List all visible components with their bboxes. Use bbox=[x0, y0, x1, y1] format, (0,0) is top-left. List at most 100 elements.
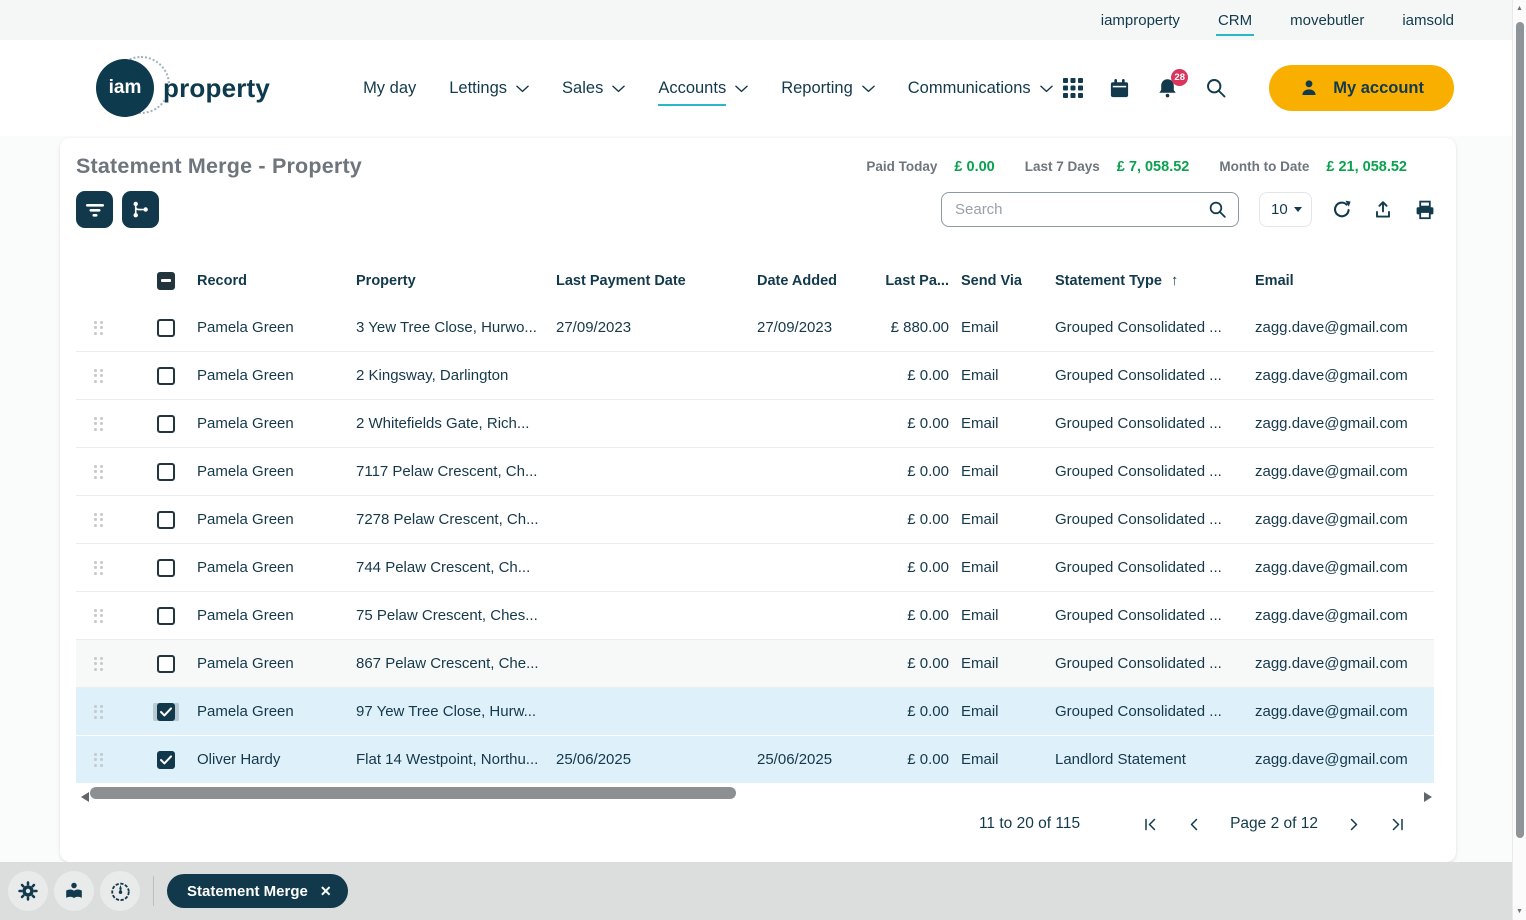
scroll-down-arrow-icon[interactable]: ▼ bbox=[1513, 908, 1526, 915]
knowledge-base-button[interactable] bbox=[54, 871, 94, 911]
row-drag-handle[interactable] bbox=[76, 704, 121, 719]
cell-property: 97 Yew Tree Close, Hurw... bbox=[356, 703, 537, 720]
cell-email: zagg.dave@gmail.com bbox=[1255, 607, 1408, 624]
open-tab-statement-merge[interactable]: Statement Merge ✕ bbox=[167, 874, 348, 908]
row-checkbox[interactable] bbox=[157, 414, 175, 433]
row-checkbox-cell bbox=[121, 462, 197, 481]
column-header-last_paid[interactable]: Last Pa... bbox=[886, 273, 961, 289]
table-row[interactable]: Pamela Green 2 Whitefields Gate, Rich... £… bbox=[76, 400, 1434, 448]
scroll-left-arrow-icon[interactable] bbox=[81, 789, 89, 807]
table-row[interactable]: Pamela Green 7117 Pelaw Crescent, Ch... £ … bbox=[76, 448, 1434, 496]
table-search[interactable] bbox=[941, 192, 1239, 227]
row-drag-handle[interactable] bbox=[76, 368, 121, 383]
nav-item-lettings[interactable]: Lettings bbox=[449, 79, 529, 98]
row-drag-handle[interactable] bbox=[76, 656, 121, 671]
select-all-checkbox[interactable] bbox=[157, 271, 175, 290]
vertical-scrollbar-thumb[interactable] bbox=[1515, 22, 1524, 838]
nav-item-accounts[interactable]: Accounts bbox=[658, 79, 748, 106]
nav-item-communications[interactable]: Communications bbox=[908, 79, 1053, 98]
row-checkbox-cell bbox=[121, 702, 197, 721]
row-drag-handle[interactable] bbox=[76, 560, 121, 575]
row-checkbox[interactable] bbox=[157, 606, 175, 625]
refresh-icon[interactable] bbox=[1332, 200, 1352, 220]
cell-date_added: 25/06/2025 bbox=[757, 751, 833, 768]
drag-dots-icon bbox=[94, 752, 103, 767]
table-row[interactable]: Pamela Green 7278 Pelaw Crescent, Ch... £ … bbox=[76, 496, 1434, 544]
topbar-link-iamproperty[interactable]: iamproperty bbox=[1101, 12, 1180, 29]
tab-close-icon[interactable]: ✕ bbox=[320, 883, 332, 900]
nav-item-sales[interactable]: Sales bbox=[562, 79, 626, 98]
column-header-statement_type[interactable]: Statement Type ↑ bbox=[1055, 272, 1255, 289]
row-drag-handle[interactable] bbox=[76, 512, 121, 527]
row-drag-handle[interactable] bbox=[76, 608, 121, 623]
topbar-link-iamsold[interactable]: iamsold bbox=[1402, 12, 1454, 29]
column-header-send_via[interactable]: Send Via bbox=[961, 273, 1055, 289]
cell-statement_type: Grouped Consolidated ... bbox=[1055, 367, 1222, 384]
first-page-button[interactable] bbox=[1142, 816, 1159, 833]
export-icon[interactable] bbox=[1373, 200, 1393, 220]
row-checkbox[interactable] bbox=[157, 558, 175, 577]
nav-item-reporting[interactable]: Reporting bbox=[781, 79, 875, 98]
tab-label: Statement Merge bbox=[187, 882, 308, 900]
horizontal-scrollbar[interactable] bbox=[76, 787, 1434, 802]
toolbar: 10 bbox=[60, 179, 1456, 228]
cell-record: Pamela Green bbox=[197, 511, 294, 528]
column-header-date_added[interactable]: Date Added bbox=[757, 273, 886, 289]
settings-button[interactable] bbox=[8, 871, 48, 911]
column-header-property[interactable]: Property bbox=[356, 273, 556, 289]
row-drag-handle[interactable] bbox=[76, 320, 121, 335]
merge-button[interactable] bbox=[122, 191, 159, 228]
iamproperty-logo[interactable]: iam property bbox=[96, 56, 270, 117]
row-checkbox[interactable] bbox=[157, 462, 175, 481]
column-header-email[interactable]: Email bbox=[1255, 273, 1434, 289]
row-checkbox[interactable] bbox=[157, 318, 175, 337]
row-drag-handle[interactable] bbox=[76, 416, 121, 431]
scroll-up-arrow-icon[interactable]: ▲ bbox=[1513, 5, 1526, 12]
previous-page-button[interactable] bbox=[1186, 816, 1203, 833]
table-row[interactable]: Pamela Green 97 Yew Tree Close, Hurw... £ … bbox=[76, 688, 1434, 736]
search-icon[interactable] bbox=[1205, 77, 1227, 99]
table-row[interactable]: Oliver Hardy Flat 14 Westpoint, Northu...… bbox=[76, 736, 1434, 784]
print-icon[interactable] bbox=[1414, 199, 1436, 221]
cell-send_via: Email bbox=[961, 751, 999, 768]
topbar-link-crm[interactable]: CRM bbox=[1215, 12, 1255, 36]
column-header-record[interactable]: Record bbox=[197, 273, 356, 289]
table-row[interactable]: Pamela Green 867 Pelaw Crescent, Che... £ … bbox=[76, 640, 1434, 688]
filter-button[interactable] bbox=[76, 191, 113, 228]
stats: Paid Today £ 0.00 Last 7 Days £ 7, 058.52 Mo… bbox=[866, 159, 1407, 175]
vertical-scrollbar[interactable]: ▲ ▼ bbox=[1512, 0, 1526, 920]
row-checkbox[interactable] bbox=[157, 750, 175, 769]
scroll-right-arrow-icon[interactable] bbox=[1424, 789, 1432, 807]
row-checkbox[interactable] bbox=[157, 366, 175, 385]
search-input[interactable] bbox=[955, 201, 1208, 218]
chevron-down-icon bbox=[516, 85, 529, 93]
table-row[interactable]: Pamela Green 2 Kingsway, Darlington £ 0.00… bbox=[76, 352, 1434, 400]
topbar-link-movebutler[interactable]: movebutler bbox=[1290, 12, 1364, 29]
apps-grid-icon[interactable] bbox=[1063, 78, 1084, 98]
horizontal-scrollbar-thumb[interactable] bbox=[90, 787, 736, 799]
row-checkbox[interactable] bbox=[157, 510, 175, 529]
bottom-bar-divider bbox=[153, 876, 154, 906]
table-row[interactable]: Pamela Green 75 Pelaw Crescent, Ches... £ … bbox=[76, 592, 1434, 640]
row-checkbox-cell bbox=[121, 558, 197, 577]
column-header-last_payment_date[interactable]: Last Payment Date bbox=[556, 273, 757, 289]
table-row[interactable]: Pamela Green 744 Pelaw Crescent, Ch... £ 0… bbox=[76, 544, 1434, 592]
next-page-button[interactable] bbox=[1345, 816, 1362, 833]
row-drag-handle[interactable] bbox=[76, 752, 121, 767]
bottom-bar: Statement Merge ✕ bbox=[0, 862, 1512, 920]
column-header-label: Send Via bbox=[961, 272, 1022, 289]
last-page-button[interactable] bbox=[1389, 816, 1406, 833]
row-drag-handle[interactable] bbox=[76, 464, 121, 479]
cell-email: zagg.dave@gmail.com bbox=[1255, 703, 1408, 720]
search-input-icon[interactable] bbox=[1208, 200, 1227, 219]
page-size-select[interactable]: 10 bbox=[1259, 192, 1312, 227]
table-row[interactable]: Pamela Green 3 Yew Tree Close, Hurwo... 27… bbox=[76, 304, 1434, 352]
row-checkbox[interactable] bbox=[157, 654, 175, 673]
my-account-button[interactable]: My account bbox=[1269, 65, 1454, 111]
chevron-down-icon bbox=[612, 85, 626, 93]
dashboard-gauge-button[interactable] bbox=[100, 871, 140, 911]
calendar-icon[interactable] bbox=[1109, 78, 1130, 99]
bell-icon[interactable]: 28 bbox=[1156, 68, 1189, 100]
row-checkbox[interactable] bbox=[157, 702, 175, 721]
nav-item-my-day[interactable]: My day bbox=[363, 79, 416, 98]
